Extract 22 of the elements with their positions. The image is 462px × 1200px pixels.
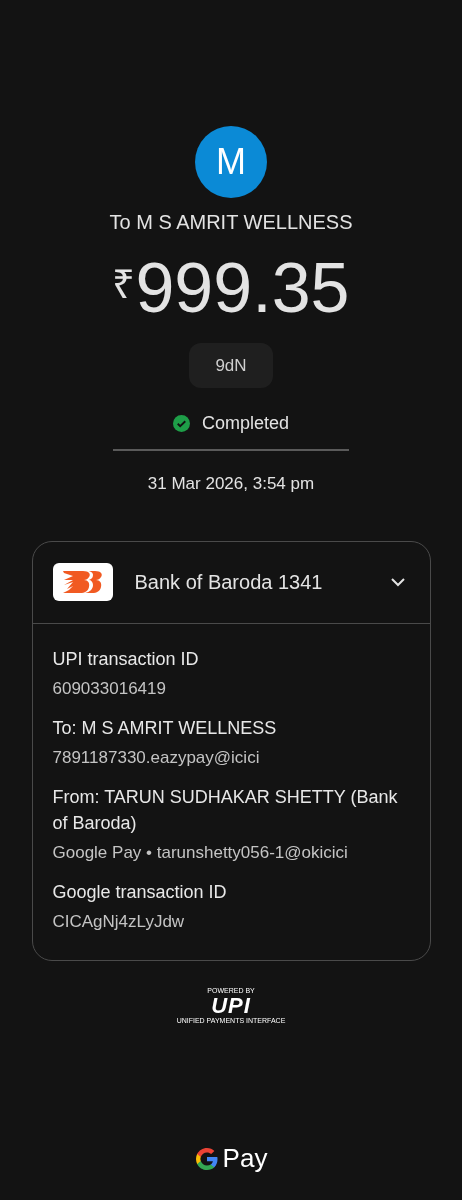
detail-value: 7891187330.eazypay@icici — [52, 746, 261, 769]
detail-label: From: TARUN SUDHAKAR SHETTY (Bank of Baroda) — [52, 785, 399, 835]
chevron-down-icon — [389, 577, 406, 587]
detail-label: Google transaction ID — [52, 880, 228, 904]
detail-value: Google Pay • tarunshetty056-1@okicici — [52, 841, 349, 864]
google-g-icon — [194, 1146, 219, 1171]
detail-label: To: M S AMRIT WELLNESS — [52, 716, 278, 740]
account-name: Bank of Baroda 1341 — [134, 570, 324, 595]
bank-logo — [52, 563, 113, 601]
detail-label: UPI transaction ID — [52, 647, 200, 671]
transaction-date: 31 Mar 2026, 3:54 pm — [147, 473, 315, 495]
check-circle-icon — [172, 415, 190, 432]
status-text: Completed — [201, 412, 289, 435]
detail-value: 609033016419 — [52, 677, 167, 700]
avatar: M — [195, 126, 267, 198]
payment-note: 9dN — [189, 343, 273, 388]
pay-wordmark: Pay — [222, 1142, 268, 1175]
payee-name: To M S AMRIT WELLNESS — [109, 210, 353, 235]
detail-value: CICAgNj4zLyJdw — [52, 910, 186, 933]
currency-symbol: ₹ — [112, 261, 136, 308]
upi-mark: UPI — [211, 994, 251, 1017]
amount-value: 999.35 — [135, 250, 350, 326]
